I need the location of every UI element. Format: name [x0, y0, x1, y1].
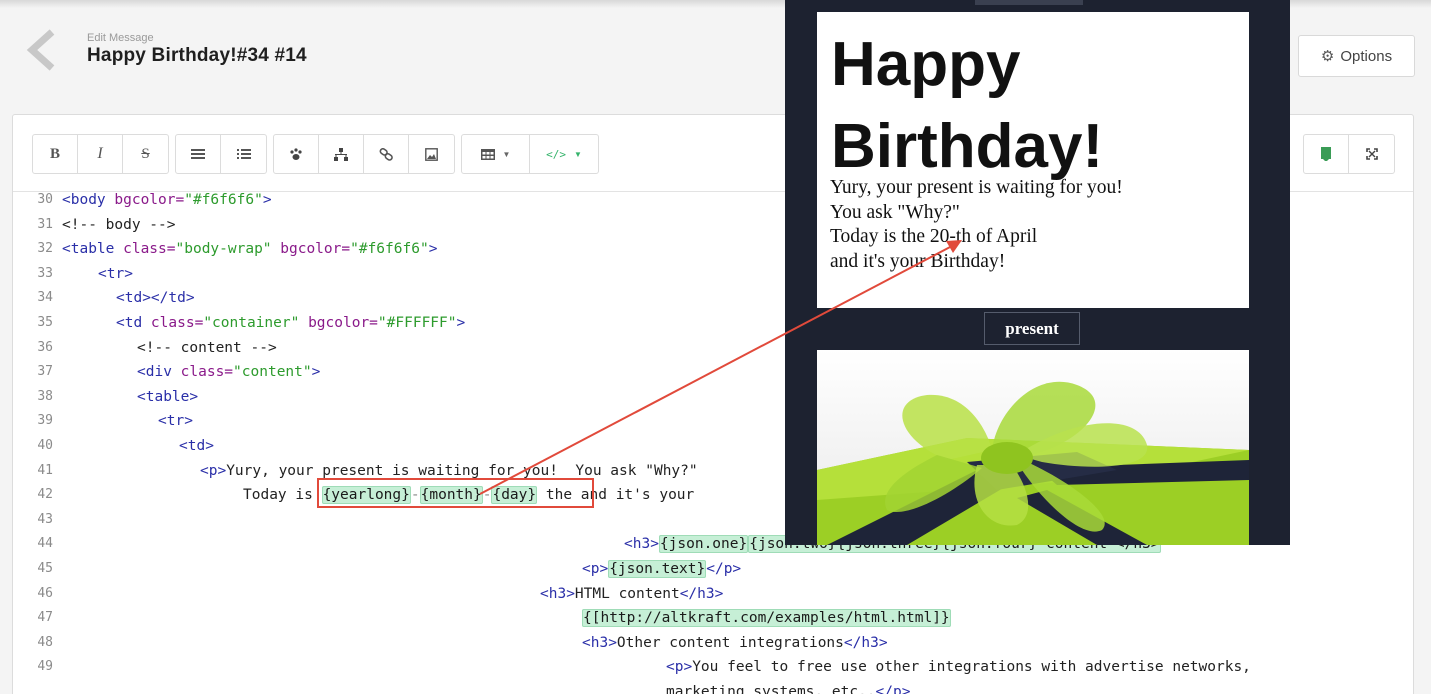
code-icon: </> [546, 147, 566, 161]
gift-image [817, 350, 1249, 545]
page-subtitle: Edit Message [87, 32, 154, 44]
options-button[interactable]: ⚙ Options [1298, 35, 1415, 77]
page-title: Happy Birthday!#34 #14 [87, 45, 307, 66]
chevron-left-icon [26, 29, 55, 71]
options-label: Options [1340, 47, 1393, 65]
caret-down-icon: ▼ [573, 149, 582, 159]
numbered-list-button[interactable] [221, 135, 266, 173]
fullscreen-button[interactable] [1349, 135, 1394, 173]
paw-icon [290, 147, 302, 160]
table-icon [480, 148, 495, 160]
insert-group [273, 134, 455, 174]
italic-button[interactable]: I [78, 135, 123, 173]
code-line: marketing systems, etc..</p> [666, 683, 911, 694]
bullet-list-icon [191, 149, 205, 159]
annotation-box [317, 478, 594, 508]
preview-heading: Happy Birthday! [831, 30, 1104, 181]
present-button[interactable]: present [984, 312, 1080, 345]
sitemap-icon [334, 147, 348, 161]
code-line: 48 <h3>Other content integrations</h3> [37, 634, 888, 651]
preview-tab [975, 0, 1083, 5]
code-view-dropdown[interactable]: </> ▼ [530, 135, 598, 173]
caret-down-icon: ▼ [502, 149, 511, 159]
email-preview: Happy Birthday! Yury, your present is wa… [785, 0, 1290, 545]
gift-illustration [817, 350, 1249, 545]
fullscreen-icon [1365, 148, 1378, 160]
bold-button[interactable]: B [33, 135, 78, 173]
image-button[interactable] [409, 135, 454, 173]
code-line: 49 <p>You feel to free use other integrat… [37, 659, 1251, 676]
mobile-view-button[interactable] [1304, 135, 1349, 173]
strikethrough-button[interactable]: S [123, 135, 168, 173]
link-button[interactable] [364, 135, 409, 173]
image-icon [425, 147, 438, 161]
text-format-group: B I S [32, 134, 169, 174]
preview-card: Happy Birthday! Yury, your present is wa… [817, 12, 1249, 308]
table-dropdown[interactable]: ▼ [462, 135, 530, 173]
preview-body: Yury, your present is waiting for you! Y… [830, 177, 1123, 272]
view-group [1303, 134, 1395, 174]
bullet-list-button[interactable] [176, 135, 221, 173]
mobile-icon [1321, 147, 1331, 161]
code-line: 47 {[http://altkraft.com/examples/html.ht… [37, 609, 951, 628]
code-line: 45 <p>{json.text}</p> [37, 559, 742, 578]
list-group [175, 134, 267, 174]
advanced-group: ▼ </> ▼ [461, 134, 599, 174]
sitemap-button[interactable] [319, 135, 364, 173]
back-button[interactable] [22, 28, 62, 72]
link-icon [379, 147, 393, 161]
numbered-list-icon [236, 149, 251, 159]
paw-button[interactable] [274, 135, 319, 173]
gear-icon: ⚙ [1320, 48, 1335, 65]
code-line: 46 <h3>HTML content</h3> [37, 585, 724, 602]
